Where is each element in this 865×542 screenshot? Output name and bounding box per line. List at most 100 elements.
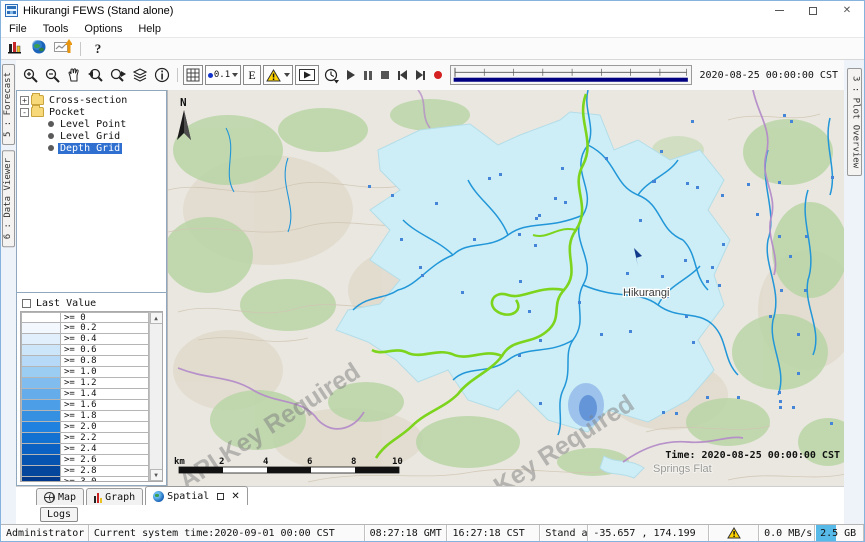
logs-button[interactable]: Logs (40, 507, 78, 522)
legend-label: >= 0 (61, 312, 149, 323)
tab-graph[interactable]: Graph (86, 488, 143, 505)
side-tab-plot-overview[interactable]: 3 : Plot Overview (847, 68, 862, 176)
station-dot (661, 275, 664, 278)
station-dot (783, 114, 786, 117)
tab-close-icon[interactable]: ✕ (231, 491, 239, 502)
timeline-slider[interactable] (450, 65, 692, 85)
grid-display-button[interactable] (183, 65, 203, 85)
last-value-checkbox[interactable] (22, 299, 31, 308)
legend-row[interactable]: >= 0.6 (21, 345, 149, 356)
class-interval-dropdown[interactable]: 0.1 (205, 65, 241, 85)
skip-to-end-button[interactable] (416, 70, 425, 80)
info-button[interactable] (152, 65, 172, 85)
stop-button[interactable] (381, 71, 389, 79)
tree-item-depth-grid[interactable]: Depth Grid (18, 142, 165, 154)
legend-row[interactable]: >= 0 (21, 312, 149, 323)
pause-button[interactable] (364, 71, 372, 80)
legend-row[interactable]: >= 1.0 (21, 367, 149, 378)
collapse-icon[interactable]: - (20, 108, 29, 117)
chart-arrow-icon (54, 39, 72, 58)
scroll-up-icon[interactable]: ▲ (150, 312, 163, 324)
warning-threshold-dropdown[interactable] (263, 65, 293, 85)
svg-text:2: 2 (219, 457, 224, 467)
legend-row[interactable]: >= 0.2 (21, 323, 149, 334)
scroll-down-icon[interactable]: ▼ (150, 469, 163, 481)
play-button[interactable] (347, 70, 355, 80)
side-tab-forecast[interactable]: 5 : Forecast (2, 64, 15, 145)
minimize-button[interactable] (762, 1, 796, 20)
legend-row[interactable]: >= 2.0 (21, 422, 149, 433)
station-dot (747, 183, 750, 186)
tab-maximize-icon[interactable] (217, 493, 224, 500)
movie-export-button[interactable] (295, 65, 319, 85)
memory-label: 2.5 GB (820, 528, 856, 539)
tab-spatial[interactable]: Spatial ✕ (145, 486, 248, 505)
legend-row[interactable]: >= 1.8 (21, 411, 149, 422)
station-dot (561, 167, 564, 170)
legend-row[interactable]: >= 0.8 (21, 356, 149, 367)
legend-row[interactable]: >= 2.8 (21, 466, 149, 477)
tree-item-cross-section[interactable]: +Cross-section (18, 94, 165, 106)
station-dot (539, 339, 542, 342)
skip-to-start-button[interactable] (398, 70, 407, 80)
menu-file[interactable]: File (1, 21, 35, 37)
svg-text:10: 10 (392, 457, 403, 467)
zoom-out-button[interactable] (42, 65, 62, 85)
status-gmt-time: 08:27:18 GMT (365, 525, 448, 541)
window-title: Hikurangi FEWS (Stand alone) (23, 5, 173, 17)
bullet-icon (48, 145, 54, 151)
legend-row[interactable]: >= 2.2 (21, 433, 149, 444)
legend-row[interactable]: >= 0.4 (21, 334, 149, 345)
timeseries-button[interactable] (53, 40, 73, 58)
bullet-icon (48, 133, 54, 139)
explorer-button[interactable] (5, 40, 25, 58)
legend-scrollbar[interactable]: ▲ ▼ (149, 312, 162, 481)
hand-icon (66, 67, 82, 83)
map-view[interactable]: API Key Required API Key Required N Hiku… (168, 90, 844, 486)
map-display-button[interactable] (29, 40, 49, 58)
maximize-button[interactable] (796, 1, 830, 20)
interval-value: 0.1 (214, 70, 230, 80)
station-dot (535, 217, 538, 220)
zoom-next-button[interactable] (108, 65, 128, 85)
legend-row[interactable]: >= 3.0 (21, 477, 149, 482)
status-warning[interactable] (709, 525, 759, 541)
tree-item-level-grid[interactable]: Level Grid (18, 130, 165, 142)
station-dot (564, 201, 567, 204)
record-button[interactable] (434, 71, 442, 79)
legend-swatch (21, 477, 61, 482)
graph-tab-label: Graph (105, 492, 135, 503)
tree-item-label: Level Point (58, 119, 128, 130)
legend-row[interactable]: >= 1.6 (21, 400, 149, 411)
menu-tools[interactable]: Tools (35, 21, 77, 37)
legend-row[interactable]: >= 1.4 (21, 389, 149, 400)
legend-row[interactable]: >= 2.6 (21, 455, 149, 466)
tree-item-level-point[interactable]: Level Point (18, 118, 165, 130)
tab-map[interactable]: Map (36, 488, 84, 505)
layers-button[interactable] (130, 65, 150, 85)
zoom-previous-button[interactable] (86, 65, 106, 85)
pan-button[interactable] (64, 65, 84, 85)
tree-item-pocket[interactable]: -Pocket (18, 106, 165, 118)
legend-label: >= 3.0 (61, 477, 149, 482)
side-tab-data-viewer[interactable]: 6 : Data Viewer (2, 150, 15, 247)
menu-options[interactable]: Options (76, 21, 130, 37)
station-dot (368, 185, 371, 188)
title-bar: Hikurangi FEWS (Stand alone) ✕ (1, 1, 864, 20)
station-dot (662, 411, 665, 414)
expand-icon[interactable]: + (20, 96, 29, 105)
legend-row[interactable]: >= 2.4 (21, 444, 149, 455)
station-dot (778, 391, 781, 394)
zoom-in-button[interactable] (20, 65, 40, 85)
zoom-in-icon (22, 67, 39, 84)
menu-help[interactable]: Help (130, 21, 169, 37)
warning-icon (266, 69, 281, 82)
close-button[interactable]: ✕ (830, 1, 864, 20)
animation-settings-button[interactable] (321, 65, 341, 85)
help-button[interactable]: ? (88, 40, 108, 58)
labels-button[interactable]: E (243, 65, 261, 85)
legend-label: >= 2.0 (61, 422, 149, 433)
legend-row[interactable]: >= 1.2 (21, 378, 149, 389)
station-dot (778, 235, 781, 238)
legend-swatch (21, 378, 61, 389)
